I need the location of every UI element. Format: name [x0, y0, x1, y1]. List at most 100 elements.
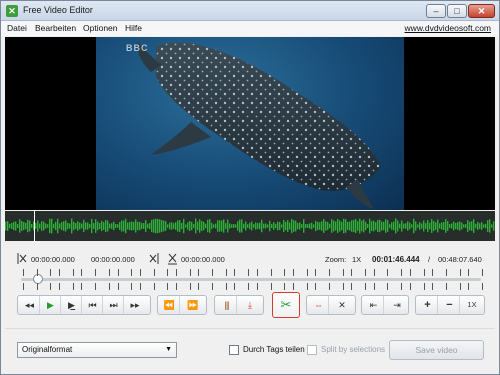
waveform-bar [441, 222, 443, 230]
waveform-bar [57, 218, 59, 234]
waveform-bar [425, 223, 427, 229]
timeline-tick [482, 269, 483, 276]
save-video-button[interactable]: Save video [389, 340, 484, 360]
zoom-in-button[interactable]: + [418, 296, 438, 314]
waveform-bar [335, 221, 337, 231]
waveform-bar [51, 218, 53, 234]
waveform-bar [167, 224, 169, 228]
timeline-tick [446, 283, 447, 290]
timeline-scrubber[interactable] [17, 269, 485, 290]
split-by-selections-checkbox[interactable] [307, 345, 317, 355]
waveform-bar [251, 221, 253, 231]
zoom-value: 1X [352, 255, 362, 264]
play-to-end-button[interactable]: ▶̲ [62, 296, 82, 314]
waveform-bar [63, 221, 65, 231]
timeline-tick [73, 269, 74, 276]
waveform-bar [373, 220, 375, 232]
waveform-bar [493, 221, 495, 231]
waveform-bar [93, 223, 95, 229]
waveform-bar [361, 220, 363, 232]
menu-datei[interactable]: Datei [7, 23, 27, 33]
waveform-bar [403, 223, 405, 229]
timeline-tick [271, 269, 272, 276]
waveform-bar [37, 220, 39, 232]
play-button[interactable]: ▶ [41, 296, 61, 314]
cut-marker-icon[interactable] [167, 252, 178, 265]
waveform-bar [245, 221, 247, 231]
waveform-bar [145, 220, 147, 232]
waveform-bar [27, 219, 29, 233]
timeline-tick [248, 283, 249, 290]
marker-controls: ||| ⤓ [214, 295, 264, 315]
output-format-select[interactable]: Originalformat ▼ [17, 342, 177, 358]
maximize-button[interactable]: □ [447, 4, 467, 18]
timeline-tick [198, 283, 199, 290]
waveform-bar [115, 223, 117, 229]
waveform-bar [363, 219, 365, 233]
waveform-bar [193, 223, 195, 229]
goto-start-button[interactable]: ⏪ [160, 296, 180, 314]
waveform-bar [205, 223, 207, 229]
timeline-tick [198, 269, 199, 276]
waveform-bar [173, 223, 175, 229]
waveform-bar [227, 219, 229, 233]
window-title: Free Video Editor [23, 5, 93, 15]
menu-optionen[interactable]: Optionen [83, 23, 118, 33]
next-frame-button[interactable]: ⏭ [104, 296, 124, 314]
waveform-bar [389, 224, 391, 228]
waveform-bar [71, 218, 73, 234]
waveform-bar [65, 220, 67, 232]
start-time: 00:00:00.000 [31, 255, 75, 264]
timeline-tick [190, 269, 191, 276]
waveform-bar [15, 221, 17, 231]
close-button[interactable]: ✕ [468, 4, 495, 18]
website-link[interactable]: www.dvdvideosoft.com [405, 23, 491, 33]
waveform-bar [99, 223, 101, 229]
goto-end-button[interactable]: ⏩ [183, 296, 203, 314]
waveform-bar [487, 220, 489, 232]
timeline-tick [257, 283, 258, 290]
step-forward-button[interactable]: ▸▸ [125, 296, 145, 314]
timeline-tick [351, 283, 352, 290]
waveform-bar [293, 220, 295, 232]
delete-marker-button[interactable]: ⤓ [240, 296, 260, 314]
waveform-bar [369, 218, 371, 234]
waveform-bar [387, 220, 389, 232]
waveform-bar [149, 222, 151, 230]
menu-bearbeiten[interactable]: Bearbeiten [35, 23, 76, 33]
timeline-tick [23, 283, 24, 290]
step-back-button[interactable]: ◂◂ [20, 296, 40, 314]
prev-segment-button[interactable]: ⇤ [364, 296, 384, 314]
next-segment-button[interactable]: ⇥ [387, 296, 407, 314]
waveform-bar [197, 221, 199, 231]
waveform-bar [479, 223, 481, 229]
add-marker-button[interactable]: ||| [217, 296, 237, 314]
waveform-bar [217, 220, 219, 232]
minimize-button[interactable]: – [426, 4, 446, 18]
scrubber-track[interactable] [21, 278, 481, 281]
waveform-bar [453, 221, 455, 231]
scrubber-thumb[interactable] [33, 274, 43, 284]
timeline-tick [410, 269, 411, 276]
prev-frame-button[interactable]: ⏮ [83, 296, 103, 314]
timeline-tick [410, 283, 411, 290]
waveform-bar [443, 221, 445, 231]
split-button[interactable]: ⇔ [309, 296, 329, 314]
audio-waveform[interactable] [5, 211, 495, 241]
timeline-tick [460, 269, 461, 276]
start-marker-icon[interactable] [17, 252, 28, 265]
end-marker-icon[interactable] [148, 252, 159, 265]
cut-button[interactable]: ✂ [272, 292, 300, 318]
waveform-bar [191, 221, 193, 231]
waveform-bar [235, 224, 237, 228]
waveform-bar [215, 223, 217, 229]
waveform-bar [25, 222, 27, 230]
timeline-tick [293, 283, 294, 290]
remove-segment-button[interactable]: ✕ [332, 296, 352, 314]
menu-hilfe[interactable]: Hilfe [125, 23, 142, 33]
zoom-reset-button[interactable]: 1X [462, 296, 482, 314]
zoom-out-button[interactable]: − [440, 296, 460, 314]
split-by-tags-checkbox[interactable] [229, 345, 239, 355]
waveform-bar [351, 220, 353, 232]
video-preview[interactable]: BBC [5, 37, 495, 210]
